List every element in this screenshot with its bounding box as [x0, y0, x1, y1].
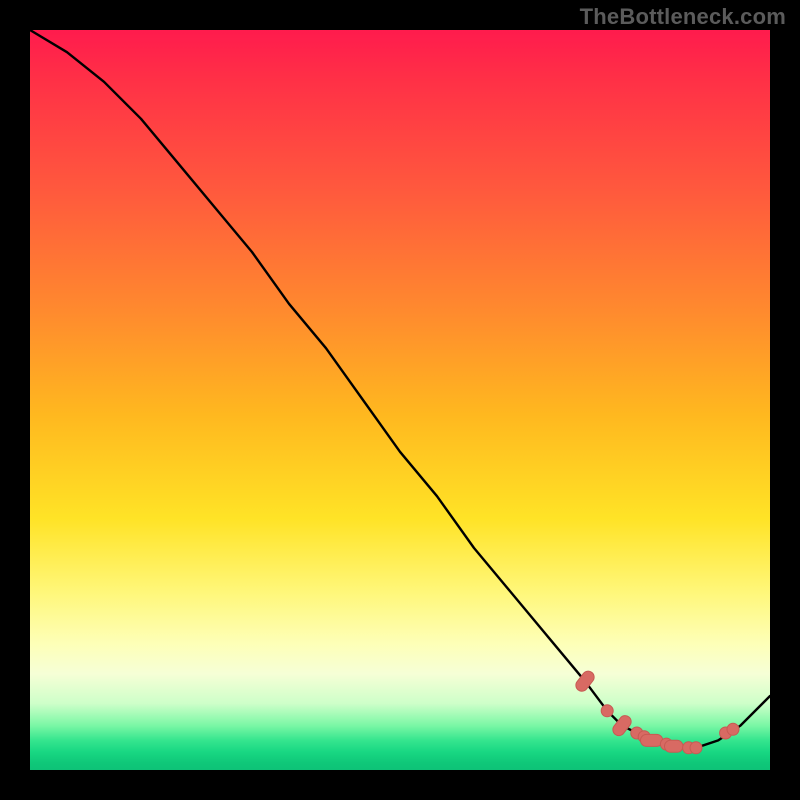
chart-svg [30, 30, 770, 770]
marker-dot [727, 723, 739, 735]
marker-dot [690, 742, 702, 754]
watermark-text: TheBottleneck.com [580, 4, 786, 30]
curve-line [30, 30, 770, 748]
marker-dot [601, 705, 613, 717]
marker-pill [641, 734, 663, 746]
chart-stage: TheBottleneck.com [0, 0, 800, 800]
marker-pill [665, 740, 684, 752]
plot-area [30, 30, 770, 770]
